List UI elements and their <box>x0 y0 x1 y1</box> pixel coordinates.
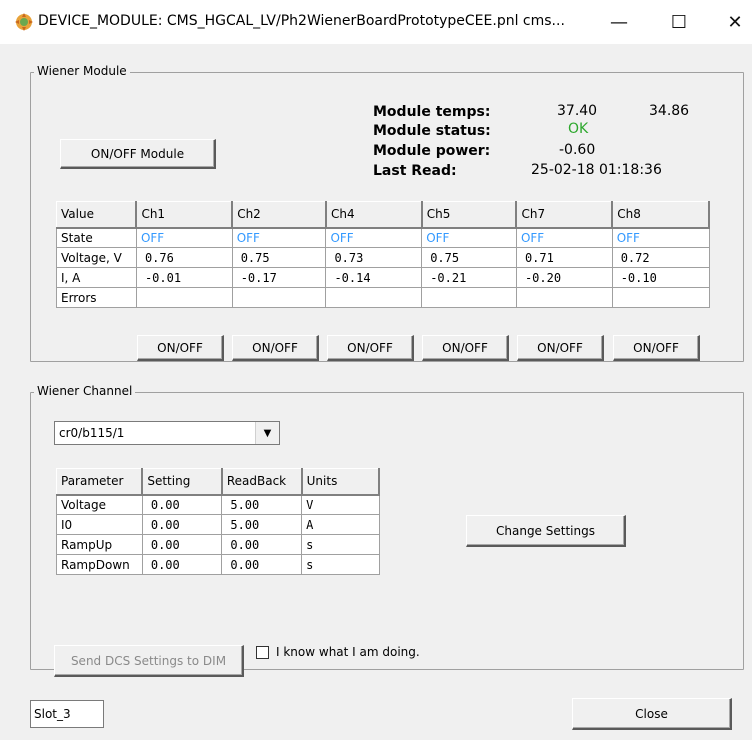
module-table-header[interactable]: Ch2 <box>231 201 327 229</box>
table-cell: 0.73 <box>325 247 423 268</box>
param-table-header[interactable]: ReadBack <box>221 468 303 496</box>
parameter-name: RampUp <box>56 534 143 555</box>
table-cell: -0.21 <box>421 267 517 288</box>
table-cell[interactable]: 0.00 <box>141 494 223 515</box>
channel-select[interactable]: cr0/b115/1 ▼ <box>54 421 280 445</box>
row-label: Voltage, V <box>56 247 137 268</box>
table-cell: OFF <box>135 227 233 248</box>
row-label: State <box>56 227 137 248</box>
table-cell: 0.76 <box>135 247 233 268</box>
slot-field[interactable]: Slot_3 <box>30 700 104 728</box>
parameter-name: I0 <box>56 514 143 535</box>
channel-onoff-button[interactable]: ON/OFF <box>327 335 414 361</box>
table-cell <box>231 287 327 308</box>
module-table-header[interactable]: Ch7 <box>515 201 614 229</box>
table-cell[interactable]: 0.00 <box>141 554 223 575</box>
module-power-label: Module power: <box>373 143 491 159</box>
module-status-label: Module status: <box>373 123 491 139</box>
module-channels-table: Value Ch1 Ch2 Ch4 Ch5 Ch7 Ch8 State OFF OFF OFF OF… <box>56 201 710 308</box>
channel-parameters-table: Parameter Setting ReadBack Units Voltage 0.0… <box>56 468 381 575</box>
wiener-module-legend: Wiener Module <box>34 64 130 78</box>
table-cell: s <box>301 534 380 555</box>
row-label: I, A <box>56 267 137 288</box>
channel-onoff-button[interactable]: ON/OFF <box>137 335 224 361</box>
channel-onoff-button[interactable]: ON/OFF <box>232 335 319 361</box>
row-label: Errors <box>56 287 137 308</box>
table-row: I, A -0.01 -0.17 -0.14 -0.21 -0.20 -0.10 <box>56 267 710 288</box>
send-dcs-settings-button[interactable]: Send DCS Settings to DIM <box>54 645 244 677</box>
table-cell: V <box>301 494 380 515</box>
table-cell <box>135 287 233 308</box>
parameter-name: RampDown <box>56 554 143 575</box>
table-row: RampUp 0.00 0.00 s <box>56 534 380 555</box>
module-table-header[interactable]: Ch8 <box>611 201 710 229</box>
channel-onoff-button[interactable]: ON/OFF <box>422 335 509 361</box>
table-cell: 0.75 <box>421 247 517 268</box>
close-window-button[interactable]: ✕ <box>712 0 752 44</box>
table-cell: -0.17 <box>231 267 327 288</box>
table-row: Voltage, V 0.76 0.75 0.73 0.75 0.71 0.72 <box>56 247 710 268</box>
module-temp-1: 37.40 <box>557 103 598 119</box>
table-cell: 0.00 <box>221 554 303 575</box>
table-cell: -0.14 <box>325 267 423 288</box>
wiener-channel-legend: Wiener Channel <box>34 384 136 398</box>
table-cell: -0.20 <box>515 267 613 288</box>
table-row: State OFF OFF OFF OFF OFF OFF <box>56 227 710 248</box>
table-row: RampDown 0.00 0.00 s <box>56 554 380 575</box>
minimize-button[interactable]: — <box>596 0 642 44</box>
table-cell: OFF <box>325 227 423 248</box>
table-cell: 0.71 <box>515 247 613 268</box>
parameter-name: Voltage <box>56 494 143 515</box>
module-temps-label: Module temps: <box>373 104 491 120</box>
last-read-value: 25-02-18 01:18:36 <box>531 162 662 178</box>
table-cell <box>325 287 423 308</box>
table-cell[interactable]: 0.00 <box>141 514 223 535</box>
table-cell: OFF <box>231 227 327 248</box>
table-cell: 5.00 <box>221 514 303 535</box>
window-title: DEVICE_MODULE: CMS_HGCAL_LV/Ph2WienerBoa… <box>38 13 565 29</box>
table-cell[interactable]: 0.00 <box>141 534 223 555</box>
table-cell: -0.01 <box>135 267 233 288</box>
channel-onoff-button[interactable]: ON/OFF <box>613 335 700 361</box>
table-cell: 5.00 <box>221 494 303 515</box>
table-row: Voltage 0.00 5.00 V <box>56 494 380 515</box>
param-table-header[interactable]: Parameter <box>56 468 144 496</box>
module-table-header[interactable]: Value <box>56 201 138 229</box>
table-cell: s <box>301 554 380 575</box>
table-cell <box>611 287 710 308</box>
onoff-module-button[interactable]: ON/OFF Module <box>60 139 216 169</box>
table-row: I0 0.00 5.00 A <box>56 514 380 535</box>
table-cell: 0.75 <box>231 247 327 268</box>
channel-select-value: cr0/b115/1 <box>59 426 125 440</box>
module-table-header[interactable]: Ch5 <box>421 201 518 229</box>
maximize-button[interactable]: ☐ <box>656 0 702 44</box>
module-table-header[interactable]: Ch4 <box>325 201 423 229</box>
module-table-header[interactable]: Ch1 <box>135 201 234 229</box>
module-power-value: -0.60 <box>559 142 596 158</box>
table-cell: A <box>301 514 380 535</box>
module-status-value: OK <box>568 121 589 137</box>
confirm-checkbox-label: I know what I am doing. <box>276 645 420 659</box>
close-button[interactable]: Close <box>572 698 732 730</box>
module-temp-2: 34.86 <box>649 103 690 119</box>
table-cell: OFF <box>515 227 613 248</box>
table-cell: OFF <box>421 227 517 248</box>
panel-app-icon <box>14 12 34 32</box>
table-row: Errors <box>56 287 710 308</box>
param-table-header[interactable]: Units <box>301 468 381 496</box>
chevron-down-icon[interactable]: ▼ <box>255 422 279 444</box>
table-cell: OFF <box>611 227 710 248</box>
param-table-header[interactable]: Setting <box>141 468 223 496</box>
table-cell: 0.72 <box>611 247 710 268</box>
table-cell <box>515 287 613 308</box>
change-settings-button[interactable]: Change Settings <box>466 515 626 547</box>
confirm-checkbox[interactable] <box>256 646 269 659</box>
last-read-label: Last Read: <box>373 163 457 179</box>
table-cell <box>421 287 517 308</box>
table-cell: -0.10 <box>611 267 710 288</box>
table-cell: 0.00 <box>221 534 303 555</box>
channel-onoff-button[interactable]: ON/OFF <box>517 335 604 361</box>
